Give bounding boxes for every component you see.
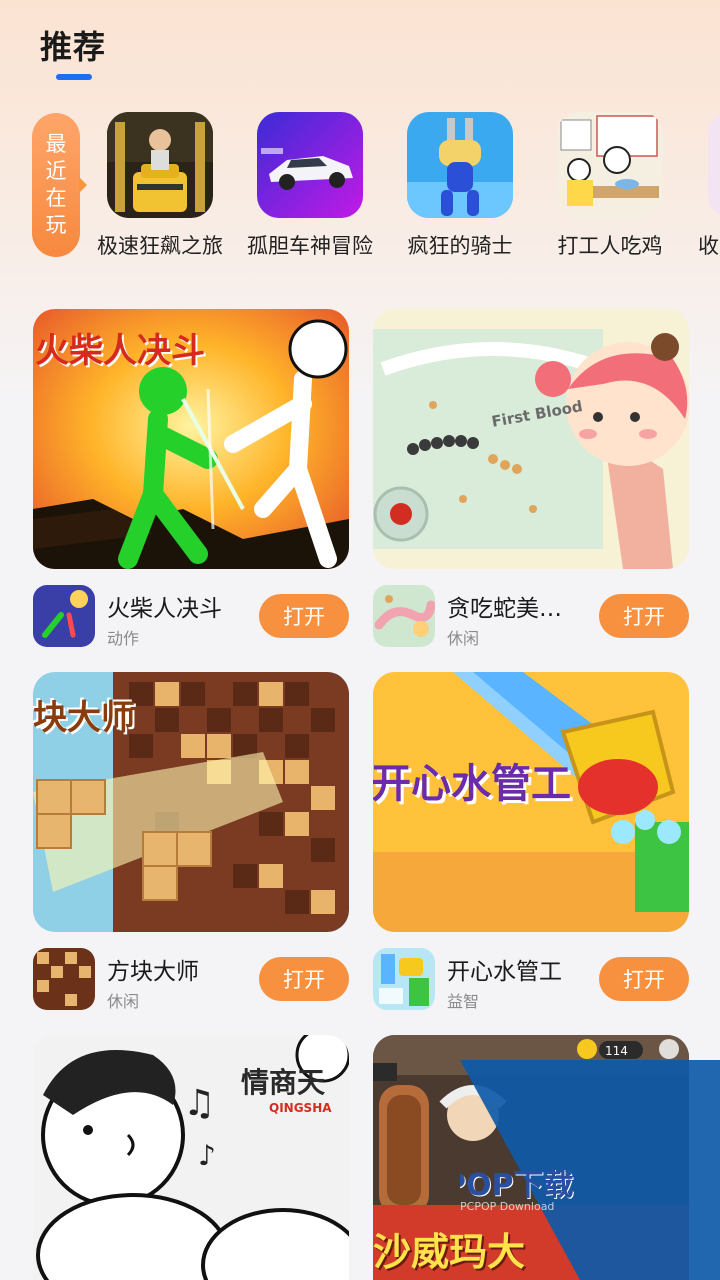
recent-item-name: 孤胆车神冒险 — [247, 234, 373, 258]
page-title: 推荐 — [40, 28, 107, 66]
recent-item-name: 疯狂的骑士 — [407, 234, 513, 258]
game-card[interactable]: 开心水管工 开心水管工 益智 打开 — [373, 672, 689, 1011]
game-category: 益智 — [447, 992, 480, 1011]
game-card[interactable]: 火柴人决斗 火柴人决斗 动作 打开 — [33, 309, 349, 648]
game-category: 动作 — [107, 629, 140, 648]
banner-title: 块大师 — [33, 698, 135, 738]
game-name: 开心水管工 — [447, 959, 562, 985]
banner-title: 情商天 — [241, 1066, 326, 1099]
game-name: 火柴人决斗 — [107, 596, 222, 622]
banner-title: 开心水管工 — [373, 761, 571, 807]
game-card[interactable]: 沙威玛大 114 — [373, 1035, 689, 1280]
game-name: 方块大师 — [107, 959, 199, 985]
recent-badge-char: 玩 — [45, 213, 67, 237]
coin-counter: 114 — [605, 1044, 628, 1058]
game-meta: 开心水管工 益智 打开 — [373, 948, 689, 1012]
robot-racer-icon — [107, 112, 213, 218]
stickman-duel-icon — [33, 585, 95, 647]
game-card[interactable]: First Blood 贪吃蛇美… 休闲 打开 — [373, 309, 689, 648]
game-category: 休闲 — [447, 629, 480, 648]
game-meta: 方块大师 休闲 打开 — [33, 948, 349, 1012]
recent-item-name: 收 — [698, 234, 719, 258]
game-banner[interactable]: 块大师 — [33, 672, 349, 932]
recent-badge-char: 近 — [45, 159, 67, 183]
open-button[interactable]: 打开 — [259, 957, 349, 1001]
recent-item[interactable]: 打工人吃鸡 — [540, 112, 680, 260]
game-meta: 火柴人决斗 动作 打开 — [33, 585, 349, 649]
recent-item[interactable]: 孤胆车神冒险 — [240, 112, 380, 260]
tab-indicator — [56, 74, 92, 80]
svg-text:♪: ♪ — [198, 1139, 216, 1172]
open-button[interactable]: 打开 — [599, 594, 689, 638]
open-button[interactable]: 打开 — [259, 594, 349, 638]
recent-item[interactable]: 疯狂的骑士 — [390, 112, 530, 260]
svg-text:♫: ♫ — [183, 1083, 215, 1124]
banner-title: 火柴人决斗 — [35, 331, 205, 371]
banner-subtitle: QINGSHA — [269, 1101, 332, 1115]
office-meme-icon — [557, 112, 663, 218]
recent-played-list: 极速狂飙之旅 孤胆车神冒险 疯狂的骑士 打工人吃鸡 收 — [90, 112, 720, 262]
recent-badge-char: 最 — [45, 132, 67, 156]
recent-played-badge[interactable]: 最 近 在 玩 — [32, 113, 87, 257]
plumber-icon — [373, 948, 435, 1010]
sports-car-icon — [257, 112, 363, 218]
recent-item[interactable]: 收 — [690, 112, 720, 260]
recent-badge-char: 在 — [45, 186, 67, 210]
recent-item-name: 极速狂飙之旅 — [97, 234, 223, 258]
game-banner[interactable]: ♫ ♪ 情商天 QINGSHA — [33, 1035, 349, 1280]
recent-item-name: 打工人吃鸡 — [557, 234, 663, 258]
game-banner[interactable]: 开心水管工 — [373, 672, 689, 932]
game-card[interactable]: ♫ ♪ 情商天 QINGSHA — [33, 1035, 349, 1280]
partial-icon — [708, 112, 720, 218]
recent-item[interactable]: 极速狂飙之旅 — [90, 112, 230, 260]
plug-runner-icon — [407, 112, 513, 218]
header: 推荐 — [40, 22, 107, 80]
game-name: 贪吃蛇美… — [447, 596, 562, 622]
open-button[interactable]: 打开 — [599, 957, 689, 1001]
game-banner[interactable]: 火柴人决斗 — [33, 309, 349, 569]
game-banner[interactable]: First Blood — [373, 309, 689, 569]
block-puzzle-icon — [33, 948, 95, 1010]
game-category: 休闲 — [107, 992, 140, 1011]
banner-title: 沙威玛大 — [373, 1230, 526, 1274]
game-meta: 贪吃蛇美… 休闲 打开 — [373, 585, 689, 649]
snake-food-icon — [373, 585, 435, 647]
game-card[interactable]: 块大师 方块大师 休闲 打开 — [33, 672, 349, 1011]
game-banner[interactable]: 沙威玛大 114 — [373, 1035, 689, 1280]
